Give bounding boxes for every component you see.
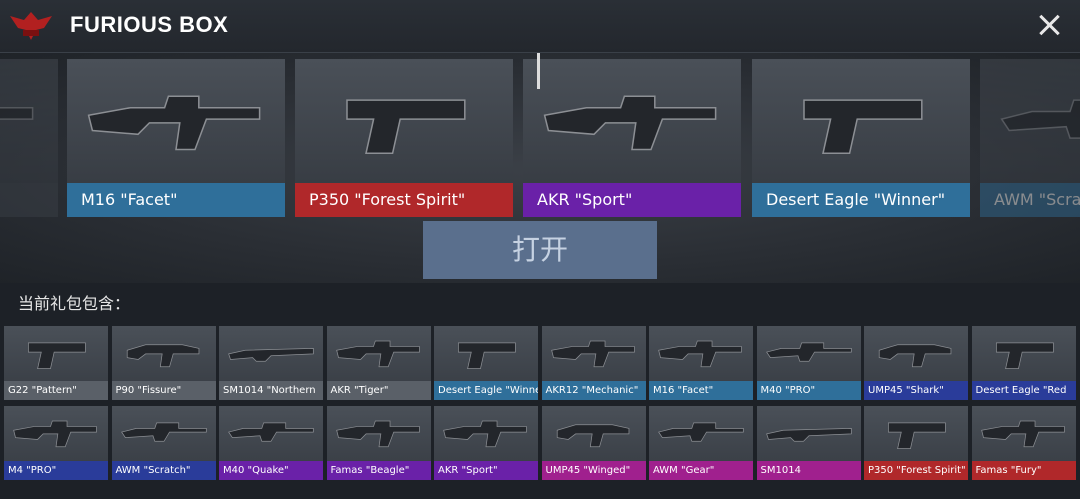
reel-item <box>0 59 58 217</box>
pistol-icon <box>803 99 923 155</box>
contents-item[interactable]: SM1014 "Northern <box>219 326 323 400</box>
rifle-icon <box>0 106 34 120</box>
reel-item-label: M16 "Facet" <box>67 183 285 217</box>
contents-heading: 当前礼包包含： <box>18 294 131 313</box>
rifle-icon <box>335 340 420 368</box>
contents-item-label: SM1014 "Northern <box>219 381 323 400</box>
contents-item[interactable]: P90 "Fissure" <box>111 326 216 400</box>
contents-item-label: AKR "Tiger" <box>326 381 431 400</box>
reel-item-image <box>523 59 741 183</box>
contents-item-label: SM1014 <box>756 461 861 480</box>
reel-item: M16 "Facet" <box>67 59 285 217</box>
contents-item[interactable]: AKR "Tiger" <box>326 326 431 400</box>
contents-item[interactable]: AWM "Gear" <box>649 406 753 480</box>
sniper-icon <box>765 342 852 362</box>
rifle-icon <box>335 420 420 448</box>
contents-item[interactable]: M4 "PRO" <box>4 406 108 480</box>
contents-item-label: M16 "Facet" <box>649 381 753 400</box>
contents-item-label: Desert Eagle "Red <box>971 381 1076 400</box>
contents-item-label: AWM "Gear" <box>649 461 753 480</box>
contents-item[interactable]: Desert Eagle "Red <box>971 326 1076 400</box>
contents-item[interactable]: M16 "Facet" <box>649 326 753 400</box>
header-bar: FURIOUS BOX <box>0 0 1080 53</box>
reel-item-image <box>980 59 1080 183</box>
close-icon[interactable] <box>1036 12 1062 38</box>
contents-item-label: G22 "Pattern" <box>4 381 108 400</box>
reel-item: Desert Eagle "Winner" <box>752 59 970 217</box>
rifle-icon <box>658 340 742 368</box>
smg-icon <box>556 424 629 448</box>
contents-item[interactable]: AWM "Scratch" <box>111 406 216 480</box>
contents-item[interactable]: M40 "PRO" <box>756 326 861 400</box>
contents-item[interactable]: G22 "Pattern" <box>4 326 108 400</box>
eagle-emblem-icon <box>10 12 52 40</box>
open-button[interactable]: 打开 <box>423 221 657 279</box>
pistol-icon <box>995 342 1054 370</box>
contents-item[interactable]: UMP45 "Shark" <box>864 326 968 400</box>
contents-item-label: AKR "Sport" <box>434 461 538 480</box>
reel-item-image <box>0 59 58 183</box>
pistol-icon <box>28 342 86 370</box>
box-title: FURIOUS BOX <box>70 12 229 37</box>
reel-item-image <box>295 59 513 183</box>
rifle-icon <box>87 95 261 151</box>
contents-item[interactable]: P350 "Forest Spirit" <box>864 406 968 480</box>
contents-item-label: M40 "PRO" <box>756 381 861 400</box>
reel-item-image <box>752 59 970 183</box>
reel-item-label: Desert Eagle "Winner" <box>752 183 970 217</box>
contents-item-label: AWM "Scratch" <box>111 461 216 480</box>
rifle-icon <box>443 420 527 448</box>
smg-icon <box>878 344 952 368</box>
contents-item[interactable]: SM1014 <box>756 406 861 480</box>
reel-stage: M16 "Facet" P350 "Forest Spirit" AKR "Spor… <box>0 53 1080 283</box>
reel-item-label: AWM "Scra <box>980 183 1080 217</box>
pistol-icon <box>346 99 466 155</box>
sniper-icon <box>1000 99 1080 139</box>
contents-item[interactable]: AKR "Sport" <box>434 406 538 480</box>
pistol-icon <box>458 342 516 370</box>
contents-item[interactable]: AKR12 "Mechanic" <box>541 326 646 400</box>
contents-item-label: AKR12 "Mechanic" <box>541 381 646 400</box>
contents-item[interactable]: M40 "Quake" <box>219 406 323 480</box>
contents-item-label: M4 "PRO" <box>4 461 108 480</box>
smg-icon <box>126 344 199 368</box>
shotgun-icon <box>765 428 852 442</box>
contents-item-label: UMP45 "Shark" <box>864 381 968 400</box>
contents-item-label: P90 "Fissure" <box>111 381 216 400</box>
sniper-icon <box>228 422 314 442</box>
contents-item[interactable]: Desert Eagle "Winner" <box>434 326 538 400</box>
contents-item[interactable]: Famas "Beagle" <box>326 406 431 480</box>
pistol-icon <box>888 422 946 450</box>
rifle-icon <box>13 420 97 448</box>
rifle-icon <box>543 95 717 151</box>
reel-item-label: AKR "Sport" <box>523 183 741 217</box>
reel-item-label: P350 "Forest Spirit" <box>295 183 513 217</box>
contents-item-label: UMP45 "Winged" <box>541 461 646 480</box>
reel-item-label <box>0 183 58 217</box>
contents-item-label: Famas "Fury" <box>971 461 1076 480</box>
contents-item[interactable]: UMP45 "Winged" <box>541 406 646 480</box>
reel-item: AWM "Scra <box>980 59 1080 217</box>
reel-item: AKR "Sport" <box>523 59 741 217</box>
reel-item-image <box>67 59 285 183</box>
contents-item-label: Desert Eagle "Winner" <box>434 381 538 400</box>
shotgun-icon <box>228 348 314 362</box>
sniper-icon <box>658 422 744 442</box>
reel-pointer <box>537 53 540 89</box>
sniper-icon <box>120 422 207 442</box>
contents-item-label: M40 "Quake" <box>219 461 323 480</box>
contents-item-label: P350 "Forest Spirit" <box>864 461 968 480</box>
reel-item: P350 "Forest Spirit" <box>295 59 513 217</box>
rifle-icon <box>550 340 635 368</box>
contents-item[interactable]: Famas "Fury" <box>971 406 1076 480</box>
rifle-icon <box>980 420 1065 448</box>
contents-item-label: Famas "Beagle" <box>326 461 431 480</box>
